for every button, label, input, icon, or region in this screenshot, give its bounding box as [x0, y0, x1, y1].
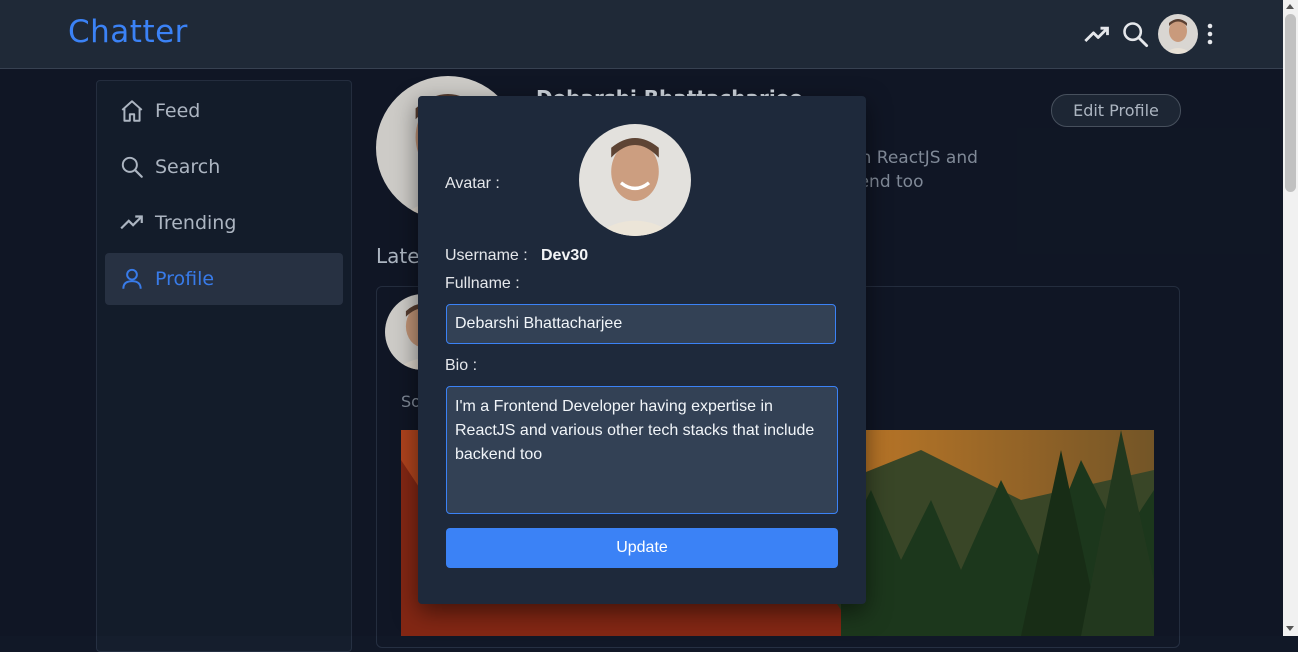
avatar[interactable]	[1158, 14, 1198, 54]
avatar-label: Avatar :	[445, 175, 500, 192]
username-label: Username :	[445, 247, 528, 264]
username-value: Dev30	[541, 247, 589, 264]
scroll-down-arrow-icon[interactable]	[1286, 626, 1294, 631]
trending-icon[interactable]	[1083, 20, 1111, 48]
bio-textarea[interactable]: I'm a Frontend Developer having expertis…	[446, 386, 838, 514]
top-navbar: Chatter	[0, 0, 1283, 69]
fullname-input[interactable]	[446, 304, 836, 344]
scroll-thumb[interactable]	[1285, 14, 1296, 192]
edit-profile-modal: Avatar : Username : Dev30 Fullname : Bio…	[418, 96, 866, 604]
more-vertical-icon[interactable]	[1200, 20, 1220, 48]
avatar-preview[interactable]	[579, 124, 691, 236]
update-button[interactable]: Update	[446, 528, 838, 568]
search-icon[interactable]	[1121, 20, 1149, 48]
brand-logo[interactable]: Chatter	[68, 14, 188, 50]
scrollbar[interactable]	[1283, 0, 1298, 636]
fullname-label: Fullname :	[445, 275, 520, 292]
scroll-up-arrow-icon[interactable]	[1286, 4, 1294, 9]
bio-label: Bio :	[445, 357, 478, 374]
